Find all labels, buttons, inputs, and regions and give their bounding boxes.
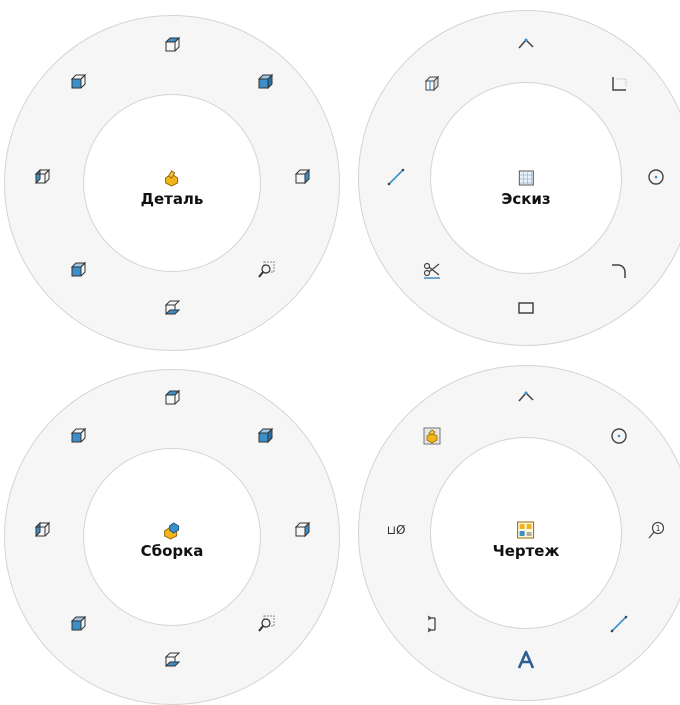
hole-callout-label: ⊔Ø: [386, 523, 406, 537]
top-view-icon[interactable]: [160, 33, 184, 57]
note-icon[interactable]: [514, 648, 538, 672]
wheel-center: Сборка: [140, 520, 204, 560]
wheel-label: Сборка: [140, 542, 204, 560]
wheel-center: Эскиз: [501, 168, 551, 208]
right-view-icon[interactable]: [254, 424, 278, 448]
wheel-label: Деталь: [140, 190, 204, 208]
wheel-center: Деталь: [140, 168, 204, 208]
wheel-center: Чертеж: [492, 520, 560, 560]
back-view-icon[interactable]: [290, 518, 314, 542]
smart-dimension-icon[interactable]: [420, 612, 444, 636]
rectangle-icon[interactable]: [514, 296, 538, 320]
line-chain-icon[interactable]: [514, 33, 538, 57]
model-view-icon[interactable]: [420, 424, 444, 448]
wheel-label: Эскиз: [501, 190, 551, 208]
hole-callout-icon[interactable]: ⊔Ø: [384, 518, 408, 542]
assembly-icon: [164, 522, 180, 540]
circle-icon[interactable]: [644, 165, 668, 189]
zoom-to-area-icon[interactable]: [254, 258, 278, 282]
trim-entities-icon[interactable]: [420, 258, 444, 282]
front-view-icon[interactable]: [66, 70, 90, 94]
sketch-icon: [518, 170, 534, 186]
top-view-icon[interactable]: [160, 386, 184, 410]
balloon-icon[interactable]: 1: [644, 518, 668, 542]
circle-icon[interactable]: [607, 424, 631, 448]
bottom-view-icon[interactable]: [160, 648, 184, 672]
line-icon[interactable]: [607, 612, 631, 636]
back-view-icon[interactable]: [290, 165, 314, 189]
wheel-label: Чертеж: [492, 542, 560, 560]
isometric-view-icon[interactable]: [66, 258, 90, 282]
right-view-icon[interactable]: [254, 70, 278, 94]
left-view-icon[interactable]: [30, 165, 54, 189]
bottom-view-icon[interactable]: [160, 296, 184, 320]
zoom-to-area-icon[interactable]: [254, 612, 278, 636]
fillet-arc-icon[interactable]: [607, 258, 631, 282]
view-orientation-icon[interactable]: [420, 72, 444, 96]
line-chain-icon[interactable]: [514, 386, 538, 410]
corner-rectangle-icon[interactable]: [607, 72, 631, 96]
left-view-icon[interactable]: [30, 518, 54, 542]
front-view-icon[interactable]: [66, 424, 90, 448]
drawing-icon: [517, 521, 535, 539]
isometric-view-icon[interactable]: [66, 612, 90, 636]
line-icon[interactable]: [384, 165, 408, 189]
part-icon: [165, 170, 179, 187]
svg-text:1: 1: [655, 524, 660, 533]
